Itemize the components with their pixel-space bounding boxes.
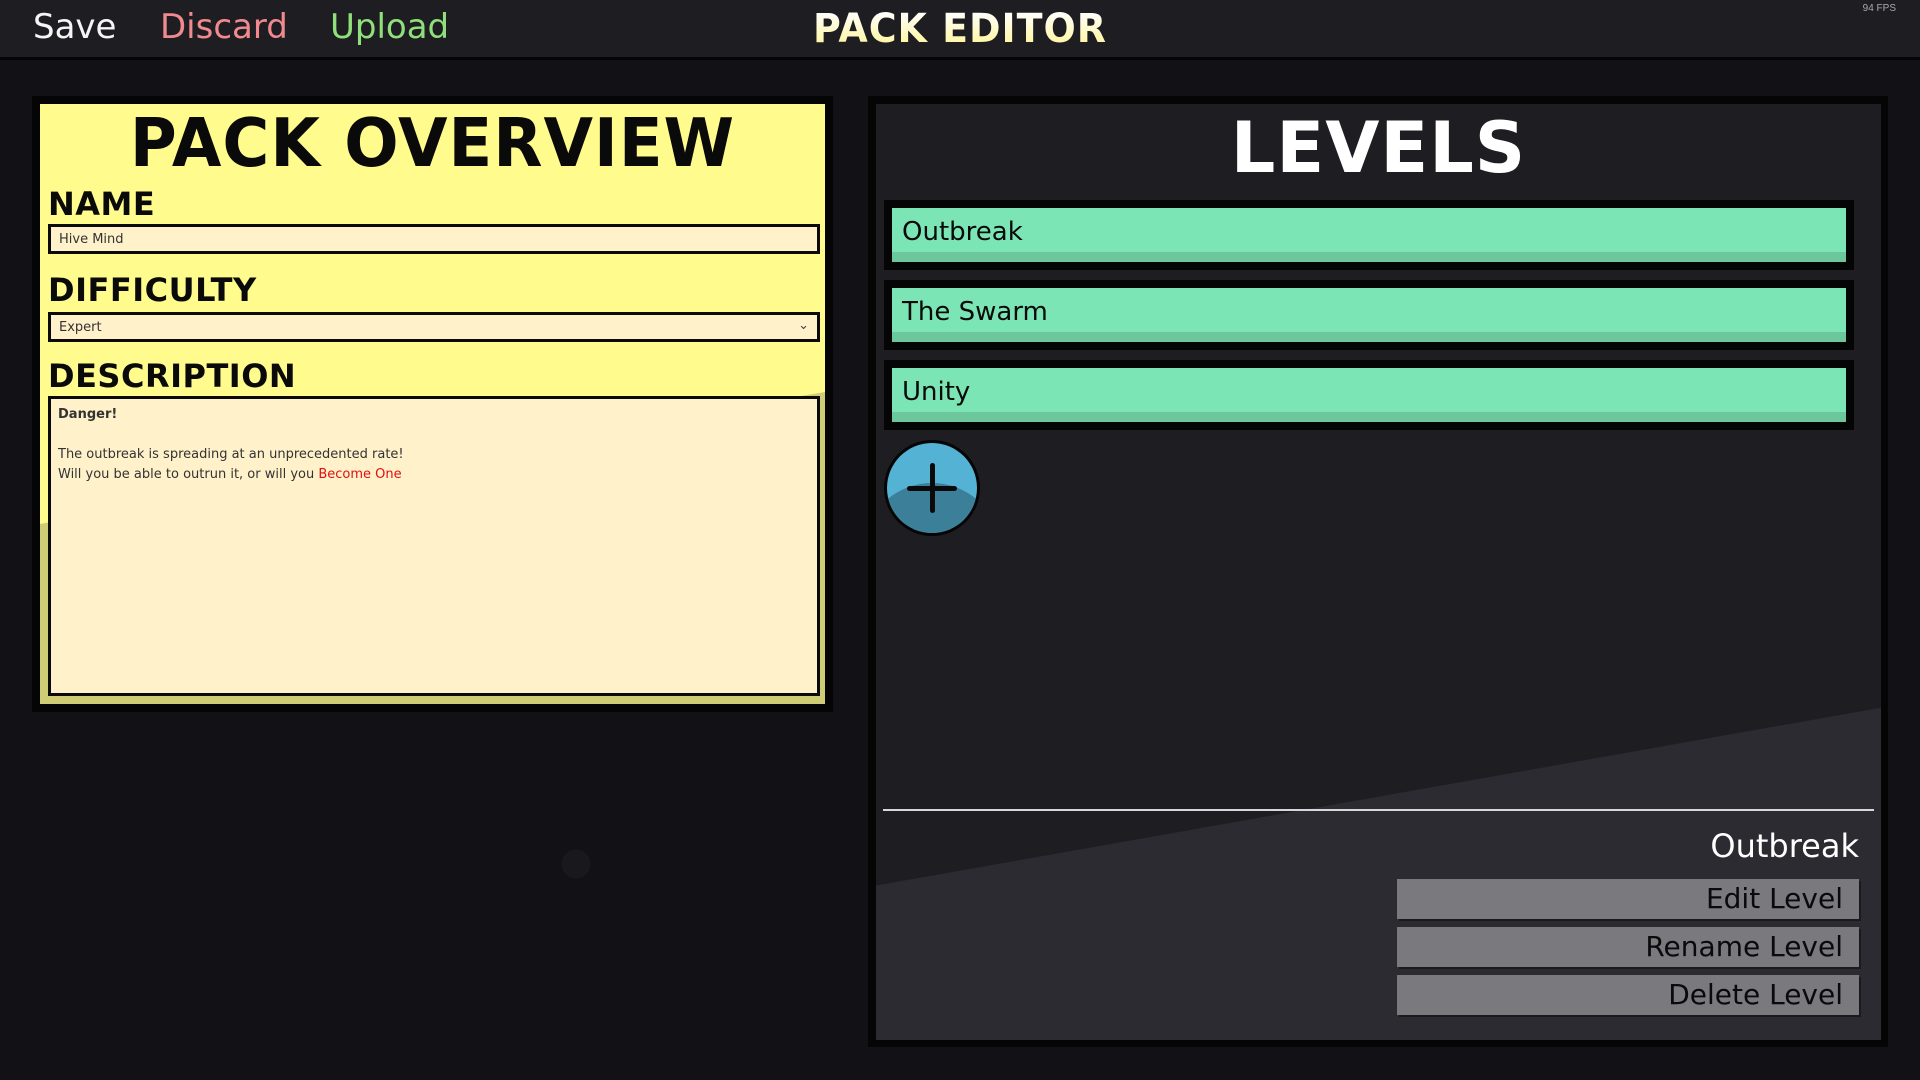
delete-level-button[interactable]: Delete Level	[1397, 975, 1859, 1015]
description-line-3: Will you be able to outrun it, or will y…	[58, 465, 810, 485]
plus-icon-vertical	[930, 463, 935, 513]
page-title: PACK EDITOR	[48, 6, 1872, 52]
name-label: NAME	[48, 185, 156, 223]
pack-overview-inner: PACK OVERVIEW NAME Hive Mind DIFFICULTY …	[40, 104, 825, 704]
levels-title: LEVELS	[1230, 107, 1527, 189]
description-line-3-text: Will you be able to outrun it, or will y…	[58, 467, 319, 482]
level-item[interactable]: Unity	[884, 360, 1854, 430]
difficulty-value: Expert	[59, 320, 102, 335]
level-item-label: Outbreak	[902, 217, 1023, 247]
description-label: DESCRIPTION	[48, 357, 297, 395]
description-line-2: The outbreak is spreading at an unpreced…	[58, 447, 404, 462]
difficulty-select[interactable]: Expert ⌄	[48, 312, 820, 342]
levels-panel: LEVELS Outbreak The Swarm Unity Outbreak…	[868, 96, 1888, 1047]
name-input[interactable]: Hive Mind	[48, 224, 820, 254]
level-item[interactable]: The Swarm	[884, 280, 1854, 350]
chevron-down-icon: ⌄	[798, 318, 809, 333]
level-list: Outbreak The Swarm Unity	[884, 200, 1854, 440]
description-highlight: Become One	[318, 467, 402, 482]
pack-overview-title: PACK OVERVIEW	[129, 105, 736, 183]
pack-overview-panel: PACK OVERVIEW NAME Hive Mind DIFFICULTY …	[32, 96, 833, 712]
level-item[interactable]: Outbreak	[884, 200, 1854, 270]
plus-icon	[887, 443, 977, 533]
levels-inner: LEVELS Outbreak The Swarm Unity Outbreak…	[876, 104, 1881, 1040]
selected-level-name: Outbreak	[1710, 827, 1859, 865]
edit-level-button[interactable]: Edit Level	[1397, 879, 1859, 919]
description-gap	[58, 425, 810, 445]
level-item-fill: Outbreak	[892, 208, 1846, 262]
level-item-label: Unity	[902, 377, 971, 407]
fps-counter: 94 FPS	[1862, 3, 1896, 14]
divider	[883, 809, 1874, 811]
add-level-button[interactable]	[884, 440, 980, 536]
level-item-label: The Swarm	[902, 297, 1048, 327]
top-bar: Save Discard Upload PACK EDITOR 94 FPS	[0, 0, 1920, 60]
description-textarea[interactable]: Danger! The outbreak is spreading at an …	[48, 396, 820, 696]
description-line-1: Danger!	[58, 407, 118, 422]
level-item-fill: The Swarm	[892, 288, 1846, 342]
level-item-fill: Unity	[892, 368, 1846, 422]
rename-level-button[interactable]: Rename Level	[1397, 927, 1859, 967]
difficulty-label: DIFFICULTY	[48, 271, 257, 309]
